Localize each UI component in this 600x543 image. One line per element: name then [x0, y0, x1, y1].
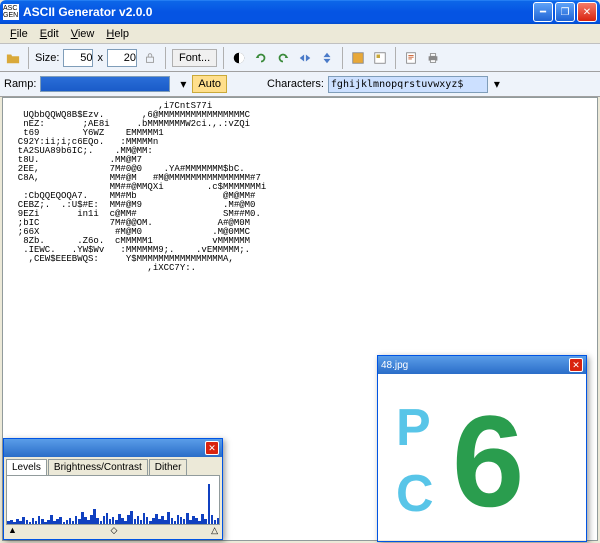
image-content: P 6 C — [378, 374, 586, 540]
logo-letter-p: P — [396, 398, 431, 458]
image-close-icon[interactable]: ✕ — [569, 358, 583, 372]
preview-icon[interactable] — [371, 49, 389, 67]
flip-v-icon[interactable] — [318, 49, 336, 67]
menu-edit[interactable]: Edit — [34, 26, 65, 42]
tab-levels[interactable]: Levels — [6, 459, 47, 475]
auto-button[interactable]: Auto — [192, 75, 227, 93]
characters-label: Characters: — [267, 78, 324, 90]
levels-slider[interactable]: ▲◇△ — [4, 525, 222, 536]
characters-input[interactable] — [328, 76, 488, 93]
levels-close-icon[interactable]: ✕ — [205, 441, 219, 455]
image-titlebar[interactable]: 48.jpg ✕ — [378, 356, 586, 374]
maximize-button[interactable]: ❐ — [555, 2, 575, 22]
close-button[interactable]: ✕ — [577, 2, 597, 22]
menu-file[interactable]: File — [4, 26, 34, 42]
flip-h-icon[interactable] — [296, 49, 314, 67]
menu-view[interactable]: View — [65, 26, 101, 42]
open-icon[interactable] — [4, 49, 22, 67]
levels-titlebar[interactable]: ✕ — [4, 439, 222, 457]
size-x: x — [97, 52, 103, 64]
param-bar: Ramp: ▾ Auto Characters: ▾ — [0, 72, 600, 97]
color-toggle-icon[interactable] — [349, 49, 367, 67]
chars-dropdown-icon[interactable]: ▾ — [488, 75, 506, 93]
height-input[interactable] — [107, 49, 137, 67]
tab-dither[interactable]: Dither — [149, 459, 188, 475]
size-label: Size: — [35, 52, 59, 64]
menu-bar: File Edit View Help — [0, 24, 600, 44]
title-bar: ASC GEN ASCII Generator v2.0.0 ━ ❐ ✕ — [0, 0, 600, 24]
width-input[interactable] — [63, 49, 93, 67]
rotate-ccw-icon[interactable] — [252, 49, 270, 67]
levels-window[interactable]: ✕ Levels Brightness/Contrast Dither ▲◇△ — [3, 438, 223, 540]
logo-letter-c: C — [396, 464, 434, 524]
ramp-gradient[interactable] — [40, 76, 170, 92]
lock-aspect-icon[interactable] — [141, 49, 159, 67]
invert-icon[interactable] — [230, 49, 248, 67]
window-title: ASCII Generator v2.0.0 — [23, 5, 533, 19]
ramp-dropdown-icon[interactable]: ▾ — [174, 75, 192, 93]
app-icon: ASC GEN — [3, 4, 19, 20]
toolbar: Size: x Font... — [0, 44, 600, 72]
image-filename: 48.jpg — [381, 360, 569, 371]
edit-text-icon[interactable] — [402, 49, 420, 67]
tab-brightness-contrast[interactable]: Brightness/Contrast — [48, 459, 148, 475]
logo-digit-6: 6 — [452, 386, 524, 536]
menu-help[interactable]: Help — [100, 26, 135, 42]
minimize-button[interactable]: ━ — [533, 2, 553, 22]
rotate-cw-icon[interactable] — [274, 49, 292, 67]
ramp-label: Ramp: — [4, 78, 36, 90]
print-icon[interactable] — [424, 49, 442, 67]
font-button[interactable]: Font... — [172, 49, 217, 67]
histogram — [6, 475, 220, 525]
ascii-output: ,i7CntS77i UQbbQQWQ8B$Ezv. ,6@MMMMMMMMMM… — [3, 98, 597, 277]
image-preview-window[interactable]: 48.jpg ✕ P 6 C — [377, 355, 587, 542]
